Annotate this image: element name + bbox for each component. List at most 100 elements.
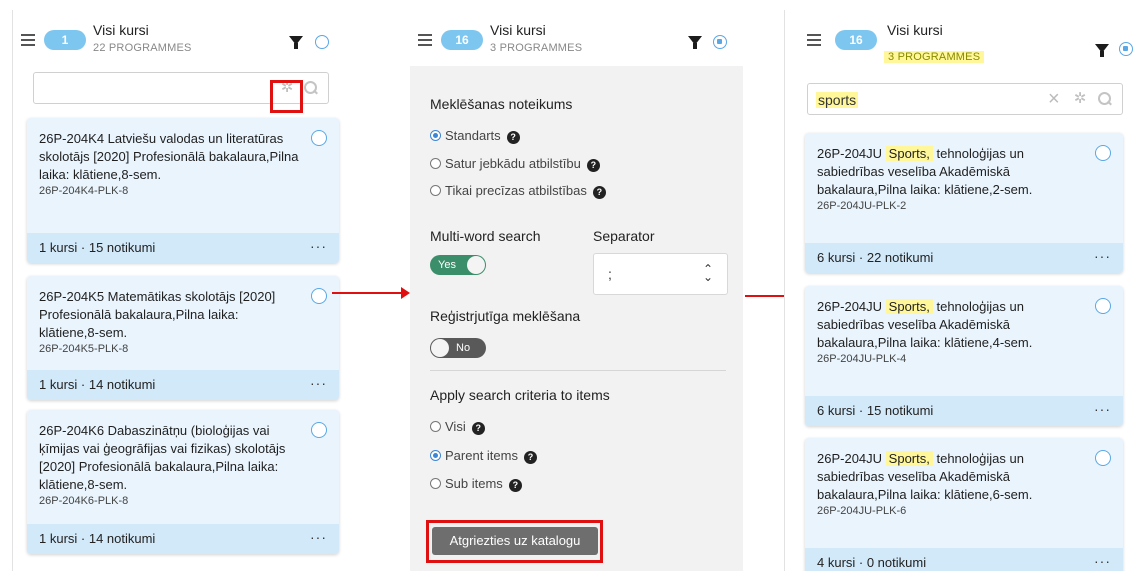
search-match-highlight: Sports,	[885, 299, 933, 314]
card-title: 26P-204K6 Dabaszinātņu (bioloģijas vai ķ…	[39, 423, 286, 492]
panel-header: 16 Visi kursi 3 PROGRAMMES	[785, 10, 1138, 66]
hamburger-icon[interactable]	[418, 34, 432, 46]
funnel-icon[interactable]	[289, 36, 303, 49]
search-match-highlight: Sports,	[885, 451, 933, 466]
list-item[interactable]: 26P-204JU Sports, tehnoloģijas un sabied…	[805, 286, 1123, 426]
chevron-updown-icon: ⌃ ⌄	[702, 262, 713, 284]
search-match-highlight: Sports,	[885, 146, 933, 161]
panel-header: 16 Visi kursi 3 PROGRAMMES	[410, 10, 743, 66]
apply-option-parent[interactable]: Parent items?	[430, 448, 537, 464]
card-footer: 1 kursi · 14 notikumi ···	[27, 370, 339, 400]
card-code: 26P-204K4-PLK-8	[39, 185, 129, 197]
search-settings-panel: 16 Visi kursi 3 PROGRAMMES Meklēšanas no…	[410, 10, 743, 571]
catalog-panel-filtered: 16 Visi kursi 3 PROGRAMMES sports × ✲ 26…	[784, 10, 1138, 571]
search-rule-label: Meklēšanas noteikums	[430, 96, 573, 112]
count-badge: 16	[441, 30, 483, 50]
card-stats: 6 kursi · 22 notikumi	[817, 250, 934, 265]
card-select-radio[interactable]	[311, 422, 327, 438]
question-icon: ?	[592, 186, 606, 199]
multiword-label: Multi-word search	[430, 228, 541, 244]
card-select-radio[interactable]	[311, 288, 327, 304]
separator-select[interactable]: ; ⌃ ⌄	[593, 253, 728, 295]
question-icon: ?	[586, 159, 600, 172]
more-dots-icon[interactable]: ···	[1094, 248, 1111, 264]
panel-title: Visi kursi	[490, 22, 546, 38]
search-icon[interactable]	[304, 81, 318, 95]
more-dots-icon[interactable]: ···	[310, 375, 327, 391]
card-title: 26P-204JU Sports, tehnoloģijas un sabied…	[817, 299, 1033, 350]
search-icon[interactable]	[1098, 92, 1112, 106]
panel-title: Visi kursi	[887, 22, 943, 38]
apply-option-sub[interactable]: Sub items?	[430, 476, 522, 492]
card-footer: 4 kursi · 0 notikumi ···	[805, 548, 1123, 571]
card-code: 26P-204K5-PLK-8	[39, 343, 129, 355]
separator-label: Separator	[593, 228, 655, 244]
list-item[interactable]: 26P-204K6 Dabaszinātņu (bioloģijas vai ķ…	[27, 410, 339, 554]
card-select-radio[interactable]	[1095, 145, 1111, 161]
question-icon: ?	[523, 451, 537, 464]
annotation-arrow	[332, 287, 410, 299]
card-stats: 1 kursi · 14 notikumi	[39, 377, 156, 392]
case-sensitive-label: Reģistrjutīga meklēšana	[430, 308, 581, 324]
rule-option-any[interactable]: Satur jebkādu atbilstību?	[430, 156, 600, 172]
apply-option-all[interactable]: Visi?	[430, 419, 485, 435]
card-title: 26P-204K4 Latviešu valodas un literatūra…	[39, 131, 299, 182]
card-code: 26P-204JU-PLK-4	[817, 353, 907, 365]
panel-title: Visi kursi	[93, 22, 149, 38]
count-badge: 16	[835, 30, 877, 50]
card-stats: 4 kursi · 0 notikumi	[817, 555, 927, 570]
annotation-highlight-box	[270, 80, 303, 113]
question-icon: ?	[508, 479, 522, 492]
more-dots-icon[interactable]: ···	[1094, 553, 1111, 569]
more-dots-icon[interactable]: ···	[1094, 401, 1111, 417]
panel-subtitle: 3 PROGRAMMES	[884, 51, 985, 63]
case-sensitive-toggle[interactable]: No	[430, 338, 486, 358]
card-footer: 6 kursi · 15 notikumi ···	[805, 396, 1123, 426]
card-title: 26P-204K5 Matemātikas skolotājs [2020] P…	[39, 289, 276, 340]
card-stats: 1 kursi · 14 notikumi	[39, 531, 156, 546]
rule-option-standard[interactable]: Standarts?	[430, 128, 520, 144]
card-footer: 1 kursi · 14 notikumi ···	[27, 524, 339, 554]
more-dots-icon[interactable]: ···	[310, 529, 327, 545]
card-code: 26P-204JU-PLK-6	[817, 505, 907, 517]
select-all-radio[interactable]	[713, 35, 727, 49]
hamburger-icon[interactable]	[807, 34, 821, 46]
funnel-icon[interactable]	[688, 36, 702, 49]
search-input-value: sports	[816, 92, 859, 108]
card-title: 26P-204JU Sports, tehnoloģijas un sabied…	[817, 146, 1033, 197]
list-item[interactable]: 26P-204JU Sports, tehnoloģijas un sabied…	[805, 133, 1123, 273]
gear-icon[interactable]: ✲	[1072, 91, 1088, 107]
panel-subtitle: 22 PROGRAMMES	[93, 42, 192, 54]
divider	[430, 370, 726, 371]
card-select-radio[interactable]	[1095, 298, 1111, 314]
card-footer: 1 kursi · 15 notikumi ···	[27, 233, 339, 263]
card-select-radio[interactable]	[1095, 450, 1111, 466]
question-icon: ?	[471, 422, 485, 435]
close-icon[interactable]: ×	[1048, 88, 1060, 111]
card-select-radio[interactable]	[311, 130, 327, 146]
list-item[interactable]: 26P-204JU Sports, tehnoloģijas un sabied…	[805, 438, 1123, 571]
more-dots-icon[interactable]: ···	[310, 238, 327, 254]
list-item[interactable]: 26P-204K4 Latviešu valodas un literatūra…	[27, 118, 339, 263]
question-icon: ?	[506, 131, 520, 144]
card-code: 26P-204K6-PLK-8	[39, 495, 129, 507]
rule-option-exact[interactable]: Tikai precīzas atbilstības?	[430, 183, 606, 199]
search-input[interactable]: sports × ✲	[807, 83, 1123, 115]
funnel-icon[interactable]	[1095, 44, 1109, 57]
count-badge: 1	[44, 30, 86, 50]
panel-subtitle: 3 PROGRAMMES	[490, 42, 583, 54]
annotation-highlight-box	[426, 520, 603, 563]
card-title: 26P-204JU Sports, tehnoloģijas un sabied…	[817, 451, 1033, 502]
card-stats: 1 kursi · 15 notikumi	[39, 240, 156, 255]
multiword-toggle[interactable]: Yes	[430, 255, 486, 275]
select-all-radio[interactable]	[1119, 42, 1133, 56]
separator-value: ;	[608, 266, 612, 282]
panel-header: 1 Visi kursi 22 PROGRAMMES	[13, 10, 343, 66]
card-stats: 6 kursi · 15 notikumi	[817, 403, 934, 418]
hamburger-icon[interactable]	[21, 34, 35, 46]
list-item[interactable]: 26P-204K5 Matemātikas skolotājs [2020] P…	[27, 276, 339, 400]
card-code: 26P-204JU-PLK-2	[817, 200, 907, 212]
select-all-radio[interactable]	[315, 35, 329, 49]
catalog-panel-initial: 1 Visi kursi 22 PROGRAMMES ✲ 26P-204K4 L…	[12, 10, 343, 571]
card-footer: 6 kursi · 22 notikumi ···	[805, 243, 1123, 273]
